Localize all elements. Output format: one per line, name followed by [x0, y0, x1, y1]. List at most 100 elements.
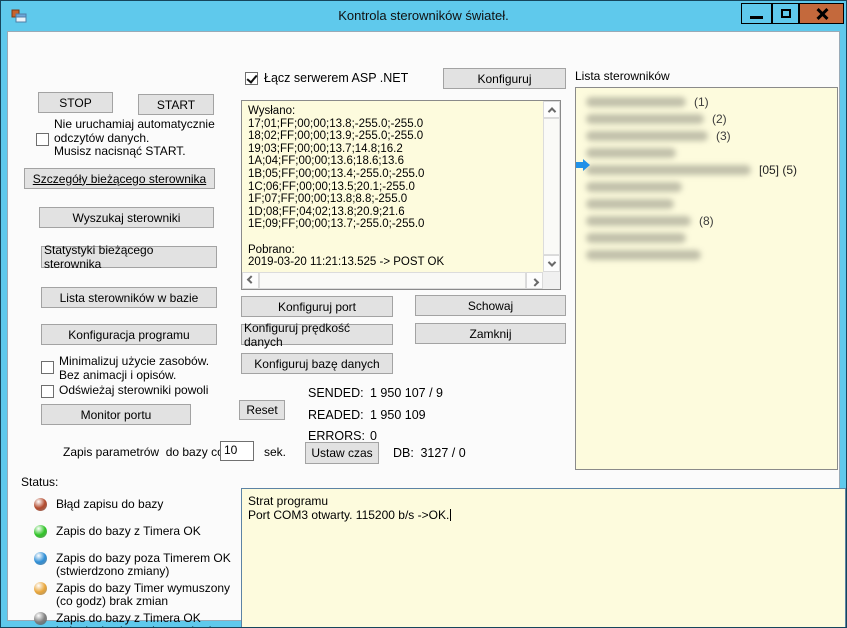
client-area: STOP START Nie uruchamiaj automatycznie … — [7, 31, 840, 621]
redacted-controller-name — [586, 216, 691, 226]
minimize-resources-label: Minimalizuj użycie zasobów. Bez animacji… — [59, 355, 209, 382]
controller-list-item[interactable] — [576, 144, 837, 161]
controller-id-suffix: (3) — [716, 129, 731, 143]
counter-row: READED:1 950 109 — [308, 408, 508, 430]
window-title: Kontrola sterowników świateł. — [1, 8, 846, 23]
slow-refresh-label: Odświeżaj sterowniki powoli — [59, 384, 208, 398]
maximize-button[interactable] — [772, 3, 799, 24]
controllers-in-db-button[interactable]: Lista sterowników w bazie — [41, 287, 217, 308]
program-configuration-button[interactable]: Konfiguracja programu — [41, 324, 217, 345]
minimize-icon — [750, 16, 763, 19]
reset-counters-button[interactable]: Reset — [239, 400, 285, 420]
legend-label: Zapis do bazy z Timera OK jednak nic nie… — [56, 612, 249, 628]
title-bar[interactable]: Kontrola sterowników świateł. — [1, 1, 846, 31]
app-window: Kontrola sterowników świateł. STOP START… — [0, 0, 847, 628]
chevron-left-icon — [246, 275, 254, 283]
maximize-icon — [781, 9, 791, 18]
controller-list-item[interactable] — [576, 195, 837, 212]
redacted-controller-name — [586, 250, 701, 260]
legend-item: Zapis do bazy z Timera OK — [34, 525, 249, 538]
chevron-right-icon — [530, 278, 538, 286]
chevron-down-icon — [547, 258, 555, 266]
no-autostart-label: Nie uruchamiaj automatycznie odczytów da… — [54, 118, 215, 159]
legend-item: Zapis do bazy Timer wymuszony (co godz) … — [34, 582, 249, 608]
program-status-box[interactable]: Strat programu Port COM3 otwarty. 115200… — [241, 488, 846, 628]
status-orb-icon — [34, 525, 47, 538]
save-interval-unit: sek. — [264, 446, 286, 460]
db-counter: DB: 3127 / 0 — [393, 446, 466, 460]
controller-list[interactable]: (1)(2) (3) [05] (5) (8) — [575, 87, 838, 470]
redacted-controller-name — [586, 233, 686, 243]
configure-speed-button[interactable]: Konfiguruj prędkość danych — [241, 324, 393, 345]
horizontal-scrollbar[interactable] — [242, 272, 543, 289]
controller-list-item[interactable]: (1) — [576, 93, 837, 110]
redacted-controller-name — [586, 148, 676, 158]
scroll-left-button[interactable] — [242, 272, 259, 289]
redacted-controller-name — [586, 114, 704, 124]
configure-port-button[interactable]: Konfiguruj port — [241, 296, 393, 317]
scrollbar-corner — [543, 272, 560, 289]
status-orb-icon — [34, 582, 47, 595]
vertical-scroll-thumb[interactable] — [543, 118, 560, 255]
search-controllers-button[interactable]: Wyszukaj sterowniki — [39, 207, 214, 228]
redacted-controller-name — [586, 199, 674, 209]
scroll-down-button[interactable] — [543, 255, 560, 272]
configure-database-button[interactable]: Konfiguruj bazę danych — [241, 353, 393, 374]
counter-row: SENDED:1 950 107 / 9 — [308, 386, 508, 408]
legend-item: Zapis do bazy z Timera OK jednak nic nie… — [34, 612, 249, 628]
close-app-button[interactable]: Zamknij — [415, 323, 566, 344]
port-monitor-button[interactable]: Monitor portu — [41, 404, 191, 425]
controller-id-suffix: (8) — [699, 214, 714, 228]
controller-list-item[interactable]: (3) — [576, 127, 837, 144]
controller-list-item[interactable] — [576, 246, 837, 263]
program-status-text: Strat programu Port COM3 otwarty. 115200… — [248, 495, 839, 522]
status-orb-icon — [34, 552, 47, 565]
sent-data-log-panel[interactable]: Wysłano: 17;01;FF;00;00;13.8;-255.0;-255… — [241, 100, 561, 290]
start-button[interactable]: START — [138, 94, 214, 115]
sent-data-log-text: Wysłano: 17;01;FF;00;00;13.8;-255.0;-255… — [243, 102, 542, 271]
controller-list-item[interactable]: (2) — [576, 110, 837, 127]
legend-label: Zapis do bazy z Timera OK — [56, 525, 201, 538]
controller-list-item[interactable]: (8) — [576, 212, 837, 229]
status-orb-icon — [34, 612, 47, 625]
save-interval-label: Zapis parametrów do bazy co : — [63, 446, 230, 460]
db-counter-label: DB: — [393, 446, 417, 460]
controller-list-item[interactable] — [576, 178, 837, 195]
set-time-button[interactable]: Ustaw czas — [305, 442, 379, 464]
vertical-scrollbar[interactable] — [543, 101, 560, 272]
redacted-controller-name — [586, 182, 682, 192]
controller-id-suffix: [05] (5) — [759, 163, 797, 177]
controller-statistics-button[interactable]: Statystyki bieżącego sterownika — [41, 246, 217, 268]
redacted-controller-name — [586, 131, 708, 141]
legend-item: Błąd zapisu do bazy — [34, 498, 249, 511]
redacted-controller-name — [586, 97, 686, 107]
scroll-right-button[interactable] — [526, 272, 543, 289]
status-legend-items: Błąd zapisu do bazy Zapis do bazy z Timer… — [34, 498, 249, 628]
minimize-resources-checkbox[interactable] — [41, 361, 54, 374]
controller-id-suffix: (2) — [712, 112, 727, 126]
slow-refresh-checkbox[interactable] — [41, 385, 54, 398]
legend-label: Zapis do bazy Timer wymuszony (co godz) … — [56, 582, 230, 608]
chevron-up-icon — [547, 107, 555, 115]
controller-list-title: Lista sterowników — [575, 70, 670, 84]
legend-label: Zapis do bazy poza Timerem OK (stwierdzo… — [56, 552, 231, 578]
controller-list-item[interactable]: [05] (5) — [576, 161, 837, 178]
selected-controller-arrow-icon — [576, 159, 590, 171]
configure-asp-button[interactable]: Konfiguruj — [443, 68, 566, 89]
current-controller-details-button[interactable]: Szczegóły bieżącego sterownika — [24, 168, 215, 189]
controller-id-suffix: (1) — [694, 95, 709, 109]
db-counter-value: 3127 / 0 — [420, 446, 465, 460]
stop-button[interactable]: STOP — [38, 92, 113, 113]
counters: SENDED:1 950 107 / 9READED:1 950 109ERRO… — [308, 386, 508, 451]
hide-button[interactable]: Schowaj — [415, 295, 566, 316]
controller-list-item[interactable] — [576, 229, 837, 246]
horizontal-scroll-thumb[interactable] — [259, 272, 526, 289]
save-interval-input[interactable]: 10 — [220, 441, 254, 461]
no-autostart-checkbox[interactable] — [36, 133, 49, 146]
status-title: Status: — [21, 476, 58, 490]
asp-server-checkbox[interactable] — [245, 72, 258, 85]
close-icon — [816, 8, 828, 20]
scroll-up-button[interactable] — [543, 101, 560, 118]
close-window-button[interactable] — [799, 3, 844, 24]
minimize-button[interactable] — [741, 3, 772, 24]
